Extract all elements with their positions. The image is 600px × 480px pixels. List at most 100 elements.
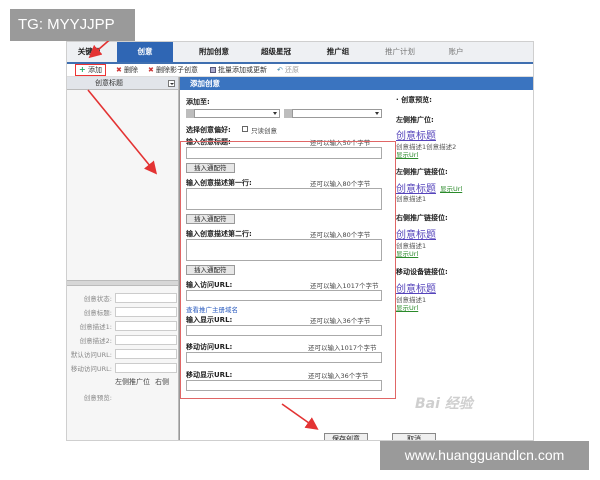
title-hint: 还可以输入50个字节 [310, 139, 371, 147]
visit-url-input[interactable] [186, 290, 382, 301]
pane-splitter[interactable] [67, 280, 178, 286]
field-value[interactable] [115, 349, 177, 359]
undo-icon: ↶ [277, 66, 283, 74]
preview-position-tabs: 左侧推广位 右侧 [115, 377, 178, 387]
app-window: 关键词 创意 附加创意 超级星冠 推广组 推广计划 账户 + 添加 ✖ 删除 ✖… [66, 41, 534, 441]
restore-label: 还原 [285, 66, 299, 74]
preview-section-label: 左侧推广位: [396, 116, 434, 124]
insert-wildcard-button[interactable]: 插入通配符 [186, 163, 235, 173]
cancel-button[interactable]: 取消 [392, 433, 436, 440]
baidu-watermark: Bai 经验 [415, 396, 473, 412]
group-select[interactable] [292, 109, 382, 118]
desc2-label: 输入创意描述第二行: [186, 230, 252, 238]
restore-button[interactable]: ↶ 还原 [277, 65, 299, 75]
field-label: 默认访问URL: [70, 351, 112, 359]
preview-section-label: 左侧推广链接位: [396, 168, 448, 176]
preview-url[interactable]: 显示Url [440, 183, 462, 193]
field-value[interactable] [115, 307, 177, 317]
preview-section-label: 移动设备链接位: [396, 268, 448, 276]
campaign-select[interactable] [194, 109, 280, 118]
preview-desc: 创意描述1 [396, 195, 427, 203]
preview-title[interactable]: 创意标题 [396, 226, 436, 241]
creative-list-pane: 创意标题 创意状态: 创意标题: 创意描述1: 创意描述2: 默认访问URL: … [67, 77, 179, 440]
mobile-visit-input[interactable] [186, 352, 382, 363]
detail-field: 创意状态: [67, 292, 178, 304]
plus-icon: + [79, 65, 86, 74]
preview-url[interactable]: 显示Url [396, 302, 418, 312]
title-input[interactable] [186, 147, 382, 159]
tab-left-position[interactable]: 左侧推广位 [115, 377, 150, 387]
desc2-textarea[interactable] [186, 239, 382, 261]
watermark-bottom-right: www.huangguandlcn.com [380, 441, 589, 470]
readonly-label: 只读创意 [251, 127, 277, 135]
tab-campaign[interactable]: 推广计划 [369, 42, 431, 62]
field-label: 创意预览: [83, 394, 112, 402]
insert-wildcard-button[interactable]: 插入通配符 [186, 214, 235, 224]
desc1-label: 输入创意描述第一行: [186, 179, 252, 187]
delete-icon: ✖ [116, 65, 122, 74]
desc1-hint: 还可以输入80个字节 [310, 180, 371, 188]
column-header-label: 创意标题 [95, 79, 123, 87]
preview-heading: · 创意预览: [396, 96, 432, 104]
delete-button[interactable]: ✖ 删除 [116, 65, 138, 75]
detail-field: 移动访问URL: [67, 362, 178, 374]
add-label: 添加 [88, 66, 102, 74]
field-value[interactable] [115, 335, 177, 345]
visit-url-label: 输入访问URL: [186, 281, 233, 289]
desc1-textarea[interactable] [186, 188, 382, 210]
preview-title[interactable]: 创意标题 [396, 280, 436, 295]
delete-label: 删除 [124, 66, 138, 74]
dropdown-icon[interactable] [168, 80, 175, 87]
save-creative-button[interactable]: 保存创意 [324, 433, 368, 440]
display-url-input[interactable] [186, 325, 382, 336]
tab-creative[interactable]: 创意 [117, 42, 173, 62]
mobile-display-label: 移动显示URL: [186, 371, 233, 379]
display-url-label: 输入显示URL: [186, 316, 233, 324]
field-value[interactable] [115, 321, 177, 331]
add-to-label: 添加至: [186, 98, 210, 106]
tab-keywords[interactable]: 关键词 [67, 42, 111, 62]
batch-label: 批量添加或更新 [218, 66, 267, 74]
add-button[interactable]: + 添加 [75, 64, 106, 76]
creative-form: 添加至: 选择创意偏好: 只读创意 输入创意标题: 还可以输入50个字节 插入通… [180, 90, 390, 440]
field-label: 创意状态: [83, 295, 112, 303]
preview-url[interactable]: 显示Url [396, 149, 418, 159]
detail-field: 创意描述2: [67, 334, 178, 346]
redacted-value [186, 109, 194, 118]
display-url-hint: 还可以输入36个字节 [310, 317, 371, 325]
column-header-title[interactable]: 创意标题 [67, 77, 178, 90]
detail-field: 默认访问URL: [67, 348, 178, 360]
delete-shadow-label: 删除影子创意 [156, 66, 198, 74]
toolbar: + 添加 ✖ 删除 ✖ 删除影子创意 批量添加或更新 ↶ 还原 [67, 64, 533, 77]
visit-url-hint: 还可以输入1017个字节 [310, 282, 379, 290]
tab-extra-creative[interactable]: 附加创意 [183, 42, 245, 62]
field-value[interactable] [115, 363, 177, 373]
insert-wildcard-button[interactable]: 插入通配符 [186, 265, 235, 275]
view-domain-link[interactable]: 查看推广主册域名 [186, 304, 238, 314]
watermark-top-left: TG: MYYJJPP [10, 9, 135, 41]
tab-super-star[interactable]: 超级星冠 [245, 42, 307, 62]
preview-url[interactable]: 显示Url [396, 248, 418, 258]
tab-ad-group[interactable]: 推广组 [307, 42, 369, 62]
mobile-display-hint: 还可以输入36个字节 [308, 372, 369, 380]
preview-title[interactable]: 创意标题 [396, 127, 436, 142]
dialog-title: 添加创意 [180, 77, 533, 90]
title-label: 输入创意标题: [186, 138, 231, 146]
preference-label: 选择创意偏好: [186, 126, 231, 134]
delete-shadow-button[interactable]: ✖ 删除影子创意 [148, 65, 198, 75]
field-label: 移动访问URL: [70, 365, 112, 373]
field-value[interactable] [115, 293, 177, 303]
detail-field: 创意描述1: [67, 320, 178, 332]
tab-account[interactable]: 账户 [431, 42, 481, 62]
tab-right-position[interactable]: 右侧 [155, 377, 169, 387]
table-icon [210, 67, 216, 73]
delete-icon: ✖ [148, 65, 154, 74]
batch-button[interactable]: 批量添加或更新 [210, 65, 267, 75]
readonly-checkbox[interactable] [242, 126, 248, 132]
mobile-display-input[interactable] [186, 380, 382, 391]
field-label: 创意标题: [83, 309, 112, 317]
mobile-visit-hint: 还可以输入1017个字节 [308, 344, 377, 352]
mobile-visit-label: 移动访问URL: [186, 343, 233, 351]
detail-field: 创意预览: [67, 391, 178, 403]
redacted-value [284, 109, 292, 118]
